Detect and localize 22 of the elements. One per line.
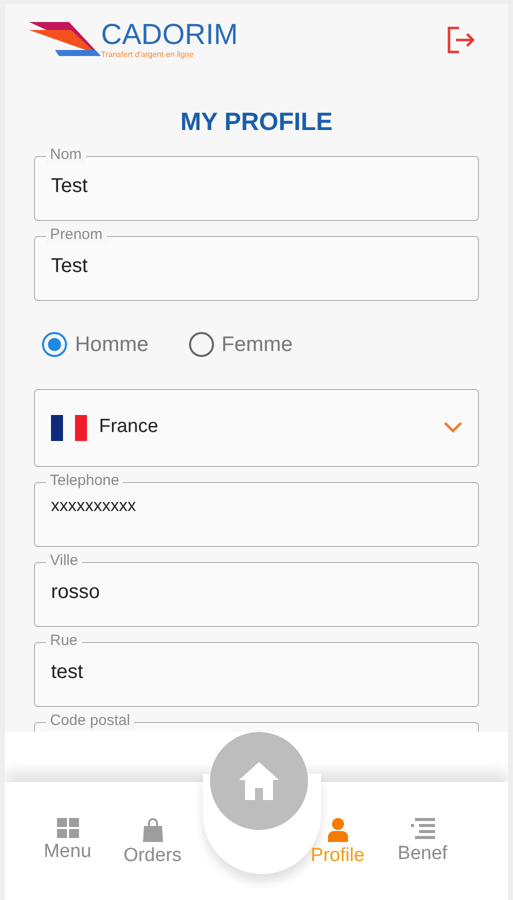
- list-icon: [410, 818, 434, 840]
- flag-icon: [51, 414, 87, 440]
- person-icon: [328, 818, 348, 842]
- logo-tagline: Transfert d'argent en ligne: [101, 50, 195, 60]
- field-label: Code postal: [46, 712, 134, 730]
- field-value: Test: [51, 174, 88, 199]
- radio-option[interactable]: Femme: [188, 328, 293, 360]
- field-value: xxxxxxxxxx: [51, 495, 136, 518]
- grid-icon: [56, 818, 78, 838]
- page-title: MY PROFILE: [179, 107, 334, 138]
- logout-button[interactable]: [446, 25, 476, 55]
- logout-icon: [446, 25, 476, 55]
- radio-option[interactable]: Homme: [42, 328, 149, 360]
- logo-name: CADORIM: [101, 20, 238, 50]
- bag-icon: [142, 818, 164, 842]
- country-select[interactable]: France: [34, 388, 479, 466]
- home-icon: [237, 760, 281, 802]
- field-value: rosso: [51, 580, 100, 605]
- field-label: Telephone: [46, 472, 124, 490]
- field-value: Test: [51, 254, 88, 279]
- chevron-down-icon: [444, 422, 462, 433]
- field-value: test: [51, 660, 84, 685]
